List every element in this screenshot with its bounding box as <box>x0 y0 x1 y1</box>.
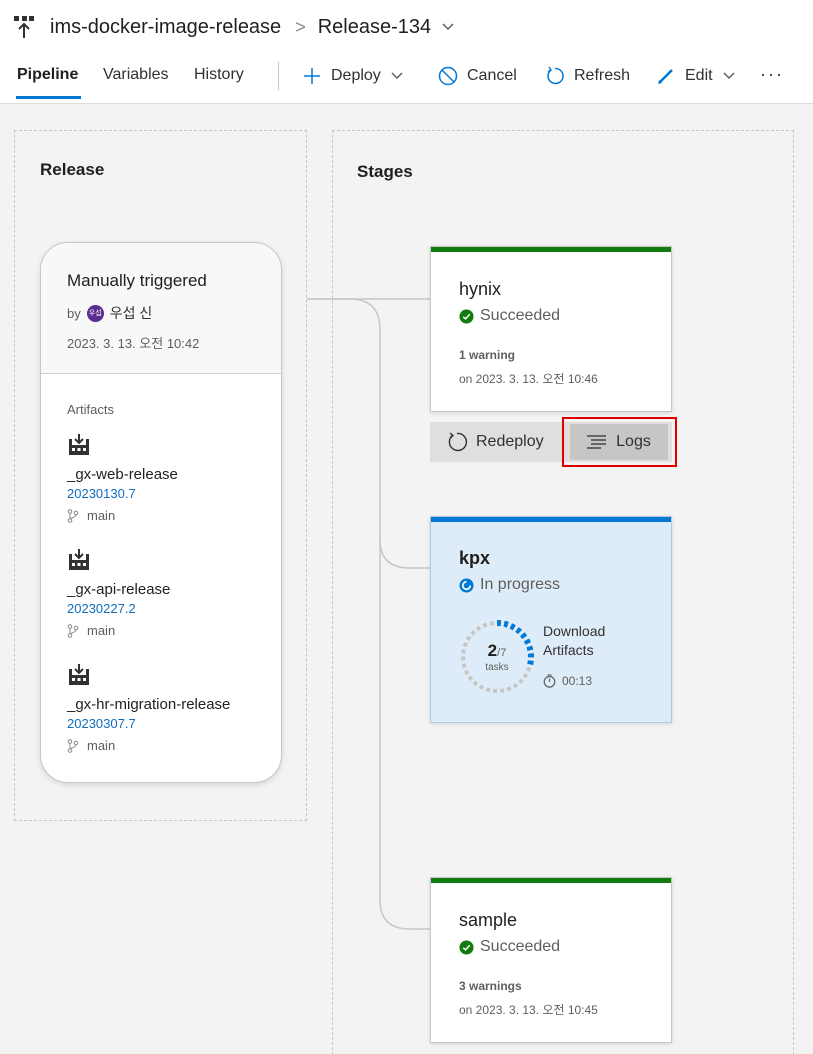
stage-warnings: 1 warning <box>459 348 516 362</box>
stage-date: on 2023. 3. 13. 오전 10:45 <box>459 1003 598 1017</box>
timer-icon <box>543 674 556 688</box>
stage-status-text: Succeeded <box>480 307 561 324</box>
stage-card-kpx[interactable]: kpx In progress 2/7 tasks Download Artif… <box>430 516 672 723</box>
progress-count: 2/7 <box>457 641 537 661</box>
stage-status-bar <box>431 878 671 883</box>
progress-ring-segment <box>506 686 512 692</box>
stage-status-text: In progress <box>480 576 561 593</box>
current-task-name: Download Artifacts <box>543 623 606 658</box>
progress-ring-segment <box>499 688 505 693</box>
stage-card-sample[interactable]: sample Succeeded 3 warnings on 2023. 3. … <box>430 877 672 1043</box>
progress-unit: tasks <box>485 662 509 673</box>
progress-ring-segment <box>515 627 523 635</box>
progress-ring-segment <box>470 629 476 636</box>
redeploy-label: Redeploy <box>476 433 544 450</box>
progress-total: /7 <box>497 647 507 659</box>
progress-ring-segment <box>472 680 479 687</box>
progress-ring-segment <box>489 621 495 626</box>
in-progress-icon <box>459 577 474 593</box>
stage-status-bar <box>431 247 671 252</box>
stage-name: kpx <box>459 548 491 568</box>
progress-ring-segment <box>503 620 509 628</box>
stage-status-text: Succeeded <box>480 938 561 955</box>
stage-status-bar <box>431 517 671 522</box>
redeploy-button[interactable]: Redeploy <box>446 422 544 462</box>
stage-date: on 2023. 3. 13. 오전 10:46 <box>459 372 598 386</box>
progress-ring-segment <box>482 622 488 628</box>
progress-ring-segment <box>520 632 528 640</box>
progress-ring-segment <box>518 678 524 685</box>
progress-ring-segment <box>512 682 519 689</box>
redeploy-icon <box>448 432 468 452</box>
progress-ring-segment <box>478 684 485 690</box>
task-progress-ring: 2/7 tasks <box>457 617 537 697</box>
stage-name: hynix <box>459 279 502 299</box>
progress-ring-segment <box>467 675 474 682</box>
progress-ring-segment <box>465 635 472 642</box>
logs-highlight-box <box>562 417 677 467</box>
stage-name: sample <box>459 910 518 930</box>
pipeline-connectors <box>307 298 430 930</box>
elapsed-time: 00:13 <box>562 674 593 688</box>
stage-status: Succeeded <box>459 938 560 956</box>
progress-done: 2 <box>487 641 498 660</box>
progress-ring-segment <box>509 623 516 631</box>
check-circle-icon <box>459 308 474 324</box>
task-elapsed: 00:13 <box>543 674 592 688</box>
progress-ring-segment <box>485 687 491 693</box>
stage-status: In progress <box>459 576 560 594</box>
progress-ring-segment <box>475 625 482 632</box>
stage-warnings: 3 warnings <box>459 979 522 993</box>
stage-card-hynix[interactable]: hynix Succeeded 1 warning on 2023. 3. 13… <box>430 246 672 412</box>
progress-ring-segment <box>522 672 529 679</box>
check-circle-icon <box>459 939 474 955</box>
stage-status: Succeeded <box>459 307 560 325</box>
